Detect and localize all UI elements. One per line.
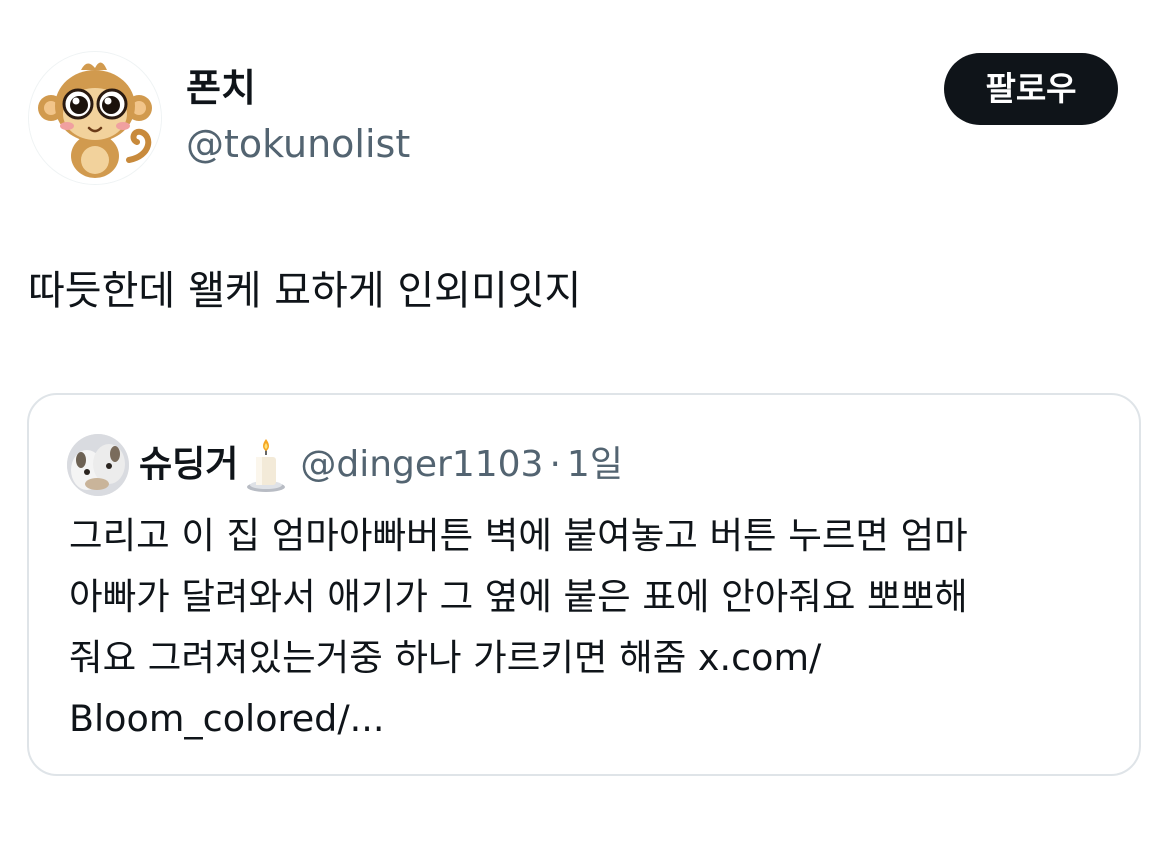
quoted-text-line: 줘요 그려져있는거중 하나 가르키면 해줌 x.com/ (69, 636, 822, 679)
tweet: 폰치 @tokunolist 팔로우 따듯한데 왤케 묘하게 인외미잇지 슈딩거 (0, 0, 1170, 851)
author-handle[interactable]: @tokunolist (186, 120, 410, 168)
quoted-tweet-card[interactable]: 슈딩거 @dinger1103 · 1일 그리고 이 집 엄마아빠버튼 벽에 붙… (27, 393, 1141, 776)
puppy-avatar-icon (67, 434, 129, 496)
follow-button[interactable]: 팔로우 (944, 53, 1118, 125)
quoted-author-handle[interactable]: @dinger1103 (300, 439, 543, 491)
quoted-text-line: Bloom_colored/... (69, 697, 385, 740)
quoted-author-avatar[interactable] (67, 434, 129, 496)
candle-icon (244, 437, 288, 493)
quoted-text-line: 아빠가 달려와서 애기가 그 옆에 붙은 표에 안아줘요 뽀뽀해 (69, 575, 968, 618)
quoted-author-display-name[interactable]: 슈딩거 (139, 439, 238, 491)
quoted-tweet-header: 슈딩거 @dinger1103 · 1일 (139, 437, 623, 493)
monkey-avatar-icon (29, 52, 161, 184)
quoted-tweet-timestamp[interactable]: 1일 (567, 439, 623, 491)
author-avatar[interactable] (28, 51, 162, 185)
author-display-name[interactable]: 폰치 (186, 64, 256, 112)
quoted-text-line: 그리고 이 집 엄마아빠버튼 벽에 붙여놓고 버튼 누르면 엄마 (69, 514, 968, 557)
header-separator: · (549, 444, 561, 485)
quoted-tweet-text: 그리고 이 집 엄마아빠버튼 벽에 붙여놓고 버튼 누르면 엄마 아빠가 달려와… (69, 505, 1109, 749)
tweet-text: 따듯한데 왤케 묘하게 인외미잇지 (28, 268, 582, 314)
